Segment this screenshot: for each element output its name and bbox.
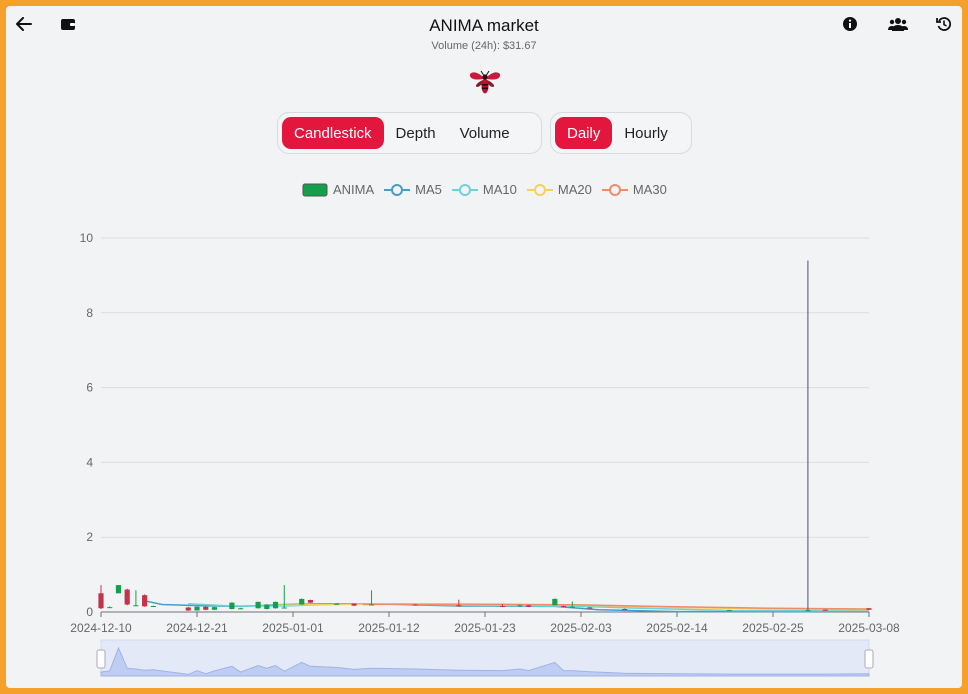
candle-body xyxy=(133,605,139,607)
candle-body xyxy=(229,602,235,610)
candle-body xyxy=(272,601,279,609)
zoom-handle-right[interactable] xyxy=(864,649,874,669)
candle-body xyxy=(124,589,130,605)
candle-body xyxy=(299,598,305,605)
candle-body xyxy=(412,604,418,606)
x-tick-label: 2025-01-12 xyxy=(358,621,420,635)
x-tick-label: 2025-01-01 xyxy=(262,621,324,635)
zoom-handle-left[interactable] xyxy=(96,649,106,669)
y-tick-label: 10 xyxy=(80,231,94,245)
x-tick-label: 2024-12-21 xyxy=(166,621,228,635)
candle-body xyxy=(560,606,567,608)
y-tick-label: 6 xyxy=(86,381,93,395)
x-tick-label: 2025-02-14 xyxy=(646,621,708,635)
candle-body xyxy=(499,606,506,608)
x-tick-label: 2025-02-25 xyxy=(742,621,804,635)
candle-body xyxy=(194,606,200,611)
candle-body xyxy=(456,605,462,607)
x-tick-label: 2024-12-10 xyxy=(70,621,132,635)
candlestick-chart[interactable]: 0 2 4 6 8 10 2024-12-10 2024-12-21 2025-01-01 202… xyxy=(6,6,962,688)
candle-body xyxy=(142,595,148,607)
x-tick-label: 2025-03-08 xyxy=(838,621,900,635)
candle-body xyxy=(351,603,357,606)
candle-body xyxy=(822,609,828,611)
candle-body xyxy=(726,610,732,612)
candle-body xyxy=(622,609,628,611)
candle-body xyxy=(334,603,340,605)
candle-body xyxy=(203,606,209,610)
candle-body xyxy=(115,585,122,594)
y-tick-label: 8 xyxy=(86,306,93,320)
y-tick-label: 2 xyxy=(86,530,93,544)
candle-body xyxy=(281,607,287,609)
candle-body xyxy=(255,601,261,609)
candle-body xyxy=(805,610,811,612)
y-tick-label: 4 xyxy=(86,455,93,469)
candle-body xyxy=(211,607,218,610)
candle-body xyxy=(150,606,156,608)
candle-body xyxy=(107,607,113,609)
candle-body xyxy=(587,607,593,609)
candle-body xyxy=(185,607,191,611)
candle-body xyxy=(569,606,575,608)
candle-body xyxy=(866,608,872,610)
candle-body xyxy=(526,605,532,607)
candle-body xyxy=(307,600,314,603)
candle-body xyxy=(517,605,523,607)
app-frame: ANIMA market Volume (24h): $31.67 Candle… xyxy=(6,6,962,688)
candle-body xyxy=(552,598,558,606)
candle-body xyxy=(368,604,375,606)
x-tick-label: 2025-02-03 xyxy=(550,621,612,635)
candle-body xyxy=(98,593,104,609)
candle-body xyxy=(238,608,244,610)
y-tick-label: 0 xyxy=(86,605,93,619)
x-tick-label: 2025-01-23 xyxy=(454,621,516,635)
candle-body xyxy=(264,604,270,610)
